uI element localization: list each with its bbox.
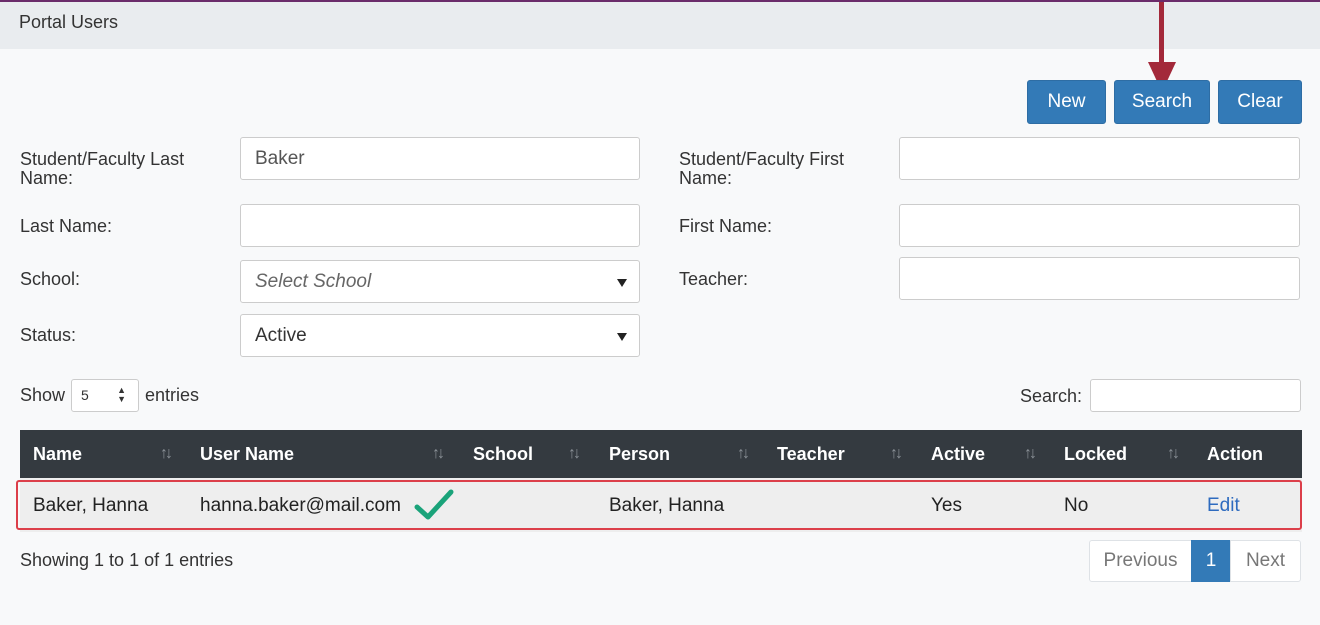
pagination-page-1[interactable]: 1	[1191, 540, 1231, 582]
first-name-label: First Name:	[679, 216, 773, 236]
sort-icon[interactable]: ↑↓	[890, 430, 903, 478]
highlight-outline	[16, 480, 1302, 530]
school-select[interactable]: Select School	[240, 260, 640, 303]
checkmark-icon	[414, 489, 454, 520]
column-header-locked[interactable]: Locked	[1064, 430, 1127, 478]
spinner-arrows-icon: ▲ ▼	[117, 385, 126, 404]
column-header-teacher[interactable]: Teacher	[777, 430, 845, 478]
sort-icon[interactable]: ↑↓	[737, 430, 750, 478]
sort-icon[interactable]: ↑↓	[1024, 430, 1037, 478]
sort-icon[interactable]: ↑↓	[1167, 430, 1180, 478]
first-name-input[interactable]	[899, 204, 1300, 247]
column-header-name[interactable]: Name	[33, 430, 82, 478]
last-name-input[interactable]	[240, 204, 640, 247]
entries-length-value: 5	[81, 387, 89, 403]
status-select[interactable]: Active	[240, 314, 640, 357]
entries-label: entries	[145, 385, 200, 405]
table-info: Showing 1 to 1 of 1 entries	[20, 550, 234, 570]
table-search-input[interactable]	[1090, 379, 1301, 412]
pagination-next[interactable]: Next	[1230, 540, 1301, 582]
sf-first-name-label: Student/Faculty First Name:	[679, 149, 845, 188]
entries-length-select[interactable]: 5 ▲ ▼	[71, 379, 139, 412]
search-button[interactable]: Search	[1114, 80, 1210, 124]
status-label: Status:	[20, 325, 77, 345]
caret-down-icon	[617, 333, 627, 341]
panel-header: Portal Users	[0, 2, 1320, 49]
table-search-label: Search:	[1020, 386, 1083, 406]
sf-first-name-input[interactable]	[899, 137, 1300, 180]
column-header-person[interactable]: Person	[609, 430, 670, 478]
show-label: Show	[20, 385, 66, 405]
sort-icon[interactable]: ↑↓	[160, 430, 173, 478]
school-select-placeholder: Select School	[255, 271, 372, 292]
table-header: Name ↑↓ User Name ↑↓ School ↑↓ Person ↑↓…	[20, 430, 1302, 478]
caret-down-icon	[617, 279, 627, 287]
pagination-previous[interactable]: Previous	[1089, 540, 1192, 582]
panel-title: Portal Users	[19, 12, 119, 32]
column-header-user-name[interactable]: User Name	[200, 430, 294, 478]
teacher-label: Teacher:	[679, 269, 749, 289]
sort-icon[interactable]: ↑↓	[568, 430, 581, 478]
teacher-input[interactable]	[899, 257, 1300, 300]
status-select-value: Active	[255, 325, 307, 346]
last-name-label: Last Name:	[20, 216, 113, 236]
sf-last-name-input[interactable]: Baker	[240, 137, 640, 180]
column-header-action: Action	[1207, 444, 1263, 464]
clear-button[interactable]: Clear	[1218, 80, 1302, 124]
sf-last-name-label: Student/Faculty Last Name:	[20, 149, 185, 188]
column-header-school[interactable]: School	[473, 430, 533, 478]
sort-icon[interactable]: ↑↓	[432, 430, 445, 478]
column-header-active[interactable]: Active	[931, 430, 985, 478]
school-label: School:	[20, 269, 81, 289]
new-button[interactable]: New	[1027, 80, 1106, 124]
